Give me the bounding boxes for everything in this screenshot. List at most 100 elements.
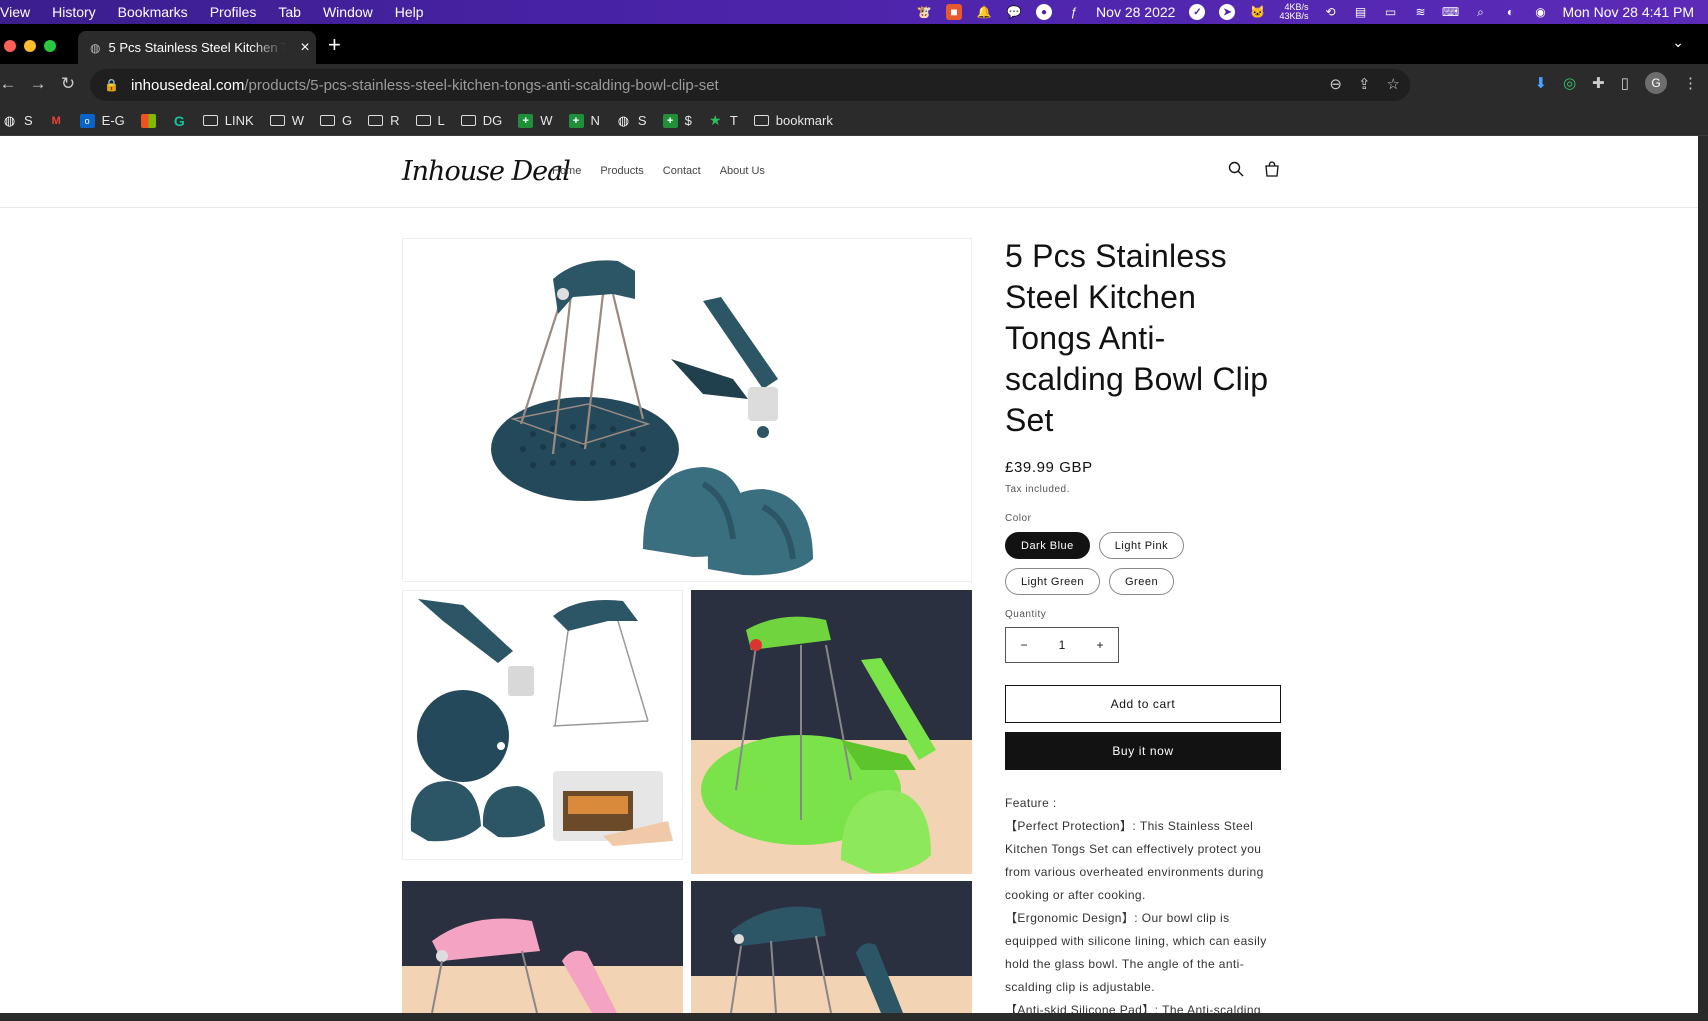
menu-history[interactable]: History [52,4,96,20]
product-image-green[interactable] [691,590,972,874]
add-to-cart-button[interactable]: Add to cart [1005,685,1281,723]
tongs-set-illustration [491,260,813,576]
profile-avatar[interactable]: G [1645,72,1667,94]
microsoft-icon [140,113,156,128]
menubar-clock[interactable]: Mon Nov 28 4:41 PM [1562,4,1694,20]
product-image-pink[interactable] [402,881,683,1013]
cow-icon[interactable]: 🐮 [916,4,932,20]
wifi-icon[interactable]: ≋ [1412,4,1428,20]
maximize-window-button[interactable] [44,40,56,52]
bookmark-item[interactable]: R [368,113,400,128]
color-option-light-pink[interactable]: Light Pink [1098,532,1185,559]
network-speed: 4KB/s 43KB/s [1279,3,1308,21]
bookmark-star-icon[interactable]: ☆ [1387,75,1400,93]
product-price: £39.99 GBP [1005,459,1093,476]
siri-icon[interactable]: ◉ [1532,4,1548,20]
bell-icon[interactable]: 🔔 [976,4,992,20]
keyboard-icon[interactable]: ⌨ [1442,4,1459,20]
cart-icon[interactable] [1264,161,1280,177]
menu-tab[interactable]: Tab [278,4,301,20]
nav-home[interactable]: Home [552,165,581,177]
bookmark-item[interactable]: o E-G [79,113,125,128]
messenger-icon[interactable]: ● [1036,4,1053,20]
quantity-label: Quantity [1005,609,1047,620]
menu-bookmarks[interactable]: Bookmarks [118,4,188,20]
quantity-increase-button[interactable]: + [1082,638,1118,652]
buy-now-button[interactable]: Buy it now [1005,732,1281,770]
bookmark-item[interactable]: LINK [202,113,254,128]
close-window-button[interactable] [4,40,16,52]
new-tab-button[interactable]: + [328,32,341,58]
menu-profiles[interactable]: Profiles [210,4,257,20]
wechat-icon[interactable]: 💬 [1006,4,1022,20]
date-widget[interactable]: Nov 28 2022 [1096,4,1175,20]
bookmark-item[interactable]: M [49,114,64,128]
folder-icon [753,115,769,126]
bookmark-item[interactable]: ◍ S [616,113,647,129]
search-icon[interactable] [1228,161,1244,177]
globe-icon: ◍ [3,112,16,128]
bookmark-item[interactable]: G [319,113,352,128]
menu-window[interactable]: Window [323,4,373,20]
extensions-puzzle-icon[interactable]: ✚ [1592,74,1605,92]
bookmark-item[interactable]: bookmark [753,113,833,128]
bookmark-item[interactable] [140,113,156,128]
globe-icon: ◍ [90,40,101,55]
green-plus-icon: + [568,113,584,128]
nav-products[interactable]: Products [600,165,643,177]
quantity-input[interactable]: 1 [1044,638,1080,652]
bookmark-item[interactable]: + $ [662,113,692,128]
color-option-dark-blue[interactable]: Dark Blue [1005,532,1090,559]
color-option-green[interactable]: Green [1108,568,1175,595]
browser-toolbar: ← → ↻ 🔒 inhousedeal.com/products/5-pcs-s… [0,64,1708,106]
bookmark-item[interactable]: ◍ S [2,112,33,129]
product-image-main[interactable] [402,238,972,582]
chrome-menu-icon[interactable]: ⋮ [1683,74,1698,92]
bookmark-item[interactable]: + N [568,113,600,128]
product-image-collage[interactable] [402,590,683,860]
lock-icon[interactable]: 🔒 [104,78,119,92]
battery-icon[interactable]: ▭ [1382,4,1398,20]
control-center-icon[interactable]: ◐ [1502,4,1518,20]
bookmark-item[interactable]: G [172,113,187,129]
cat-icon[interactable]: 🐱 [1249,4,1265,20]
bookmark-item[interactable]: DG [460,113,502,128]
bookmark-item[interactable]: + W [518,113,553,128]
page-scrollbar[interactable] [1698,136,1708,1013]
nav-about-us[interactable]: About Us [720,165,765,177]
bookmark-item[interactable]: L [415,113,445,128]
minimize-window-button[interactable] [24,40,36,52]
script-icon[interactable]: ƒ [1066,4,1082,20]
description-paragraph: 【Ergonomic Design】: Our bowl clip is equ… [1005,911,1267,994]
side-panel-icon[interactable]: ▯ [1621,74,1629,92]
green-ring-extension-icon[interactable]: ◎ [1563,74,1576,92]
time-machine-icon[interactable]: ⟲ [1322,4,1338,20]
spotlight-search-icon[interactable]: ⌕ [1472,4,1488,20]
folder-icon [319,115,335,126]
menu-view[interactable]: View [0,4,30,20]
page-viewport: Inhouse Deal Home Products Contact About… [0,136,1698,1013]
gmail-icon: M [51,114,61,127]
share-icon[interactable]: ⇪ [1358,75,1371,93]
reload-button[interactable]: ↻ [52,74,84,94]
download-extension-icon[interactable]: ⬇ [1534,74,1547,92]
active-tab[interactable]: ◍ 5 Pcs Stainless Steel Kitchen Tongs An… [78,31,316,64]
us-flag-icon[interactable]: ▤ [1352,4,1368,20]
close-tab-icon[interactable]: × [294,39,316,57]
quantity-decrease-button[interactable]: − [1006,638,1042,652]
zoom-icon[interactable]: ⊖ [1329,75,1342,93]
compass-icon[interactable]: ➤ [1219,4,1236,20]
bookmark-item[interactable]: ★ T [708,112,738,128]
menu-help[interactable]: Help [395,4,424,20]
check-icon[interactable]: ✓ [1189,4,1206,20]
forward-button[interactable]: → [22,74,54,94]
address-bar[interactable]: 🔒 inhousedeal.com/products/5-pcs-stainle… [90,69,1410,101]
tab-search-chevron-icon[interactable]: ⌄ [1672,34,1684,51]
color-option-light-green[interactable]: Light Green [1005,568,1100,595]
nav-contact[interactable]: Contact [663,165,701,177]
app-red-icon[interactable]: ■ [946,4,963,20]
product-image-dark-blue[interactable] [691,881,972,1013]
back-button[interactable]: ← [0,74,24,94]
site-logo[interactable]: Inhouse Deal [402,156,571,187]
bookmark-item[interactable]: W [269,113,304,128]
